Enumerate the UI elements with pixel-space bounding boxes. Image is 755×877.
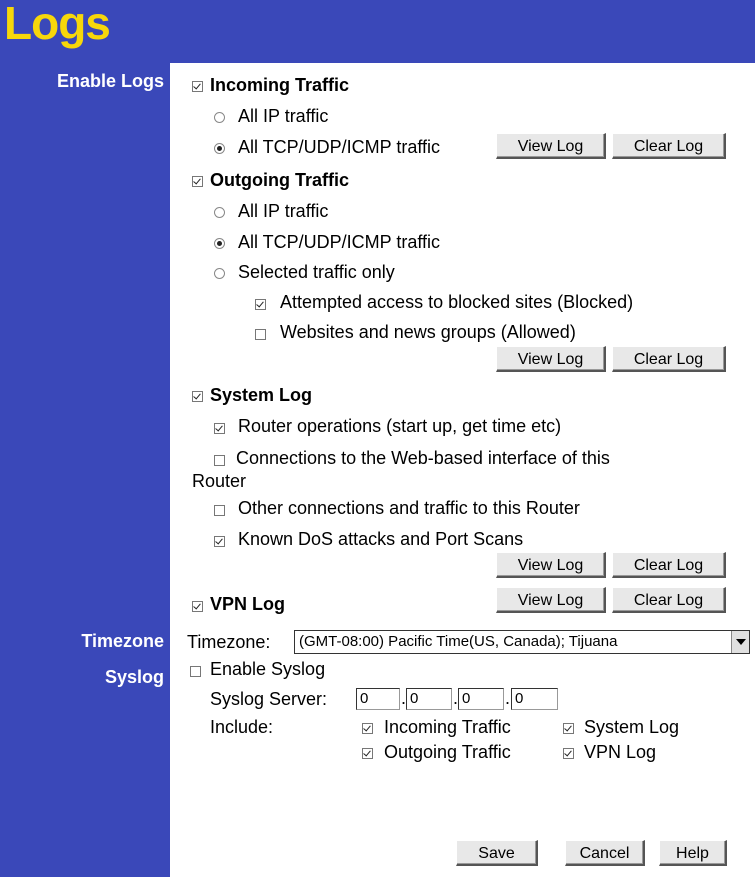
incoming-tcp-radio[interactable] [214, 143, 225, 154]
system-log-label: System Log [210, 385, 313, 405]
other-connections-checkbox[interactable] [214, 505, 225, 516]
section-label-enable-logs: Enable Logs [56, 71, 164, 91]
system-view-log-button[interactable]: View Log [496, 552, 606, 578]
outgoing-traffic-label: Outgoing Traffic [210, 170, 349, 190]
syslog-server-octet-1[interactable]: 0 [356, 688, 400, 710]
outgoing-all-ip-radio[interactable] [214, 207, 225, 218]
other-connections-label: Other connections and traffic to this Ro… [238, 498, 580, 518]
dos-attacks-label: Known DoS attacks and Port Scans [238, 529, 524, 549]
incoming-all-ip-radio[interactable] [214, 112, 225, 123]
websites-news-checkbox[interactable] [255, 329, 266, 340]
include-vpn-label: VPN Log [584, 742, 657, 762]
timezone-label: Timezone: [187, 632, 271, 652]
help-button[interactable]: Help [659, 840, 727, 866]
web-connections-label: Connections to the Web-based interface o… [236, 448, 610, 468]
vpn-log-label: VPN Log [210, 594, 285, 614]
outgoing-selected-label: Selected traffic only [238, 262, 395, 282]
outgoing-all-ip-label: All IP traffic [238, 201, 329, 221]
blocked-sites-label: Attempted access to blocked sites (Block… [280, 292, 634, 312]
timezone-selected-value: (GMT-08:00) Pacific Time(US, Canada); Ti… [299, 633, 618, 650]
syslog-server-octet-4[interactable]: 0 [511, 688, 558, 710]
outgoing-traffic-checkbox[interactable] [192, 176, 203, 187]
section-label-timezone: Timezone [81, 631, 164, 651]
logs-page: Logs Enable Logs Timezone Syslog Incomin… [0, 0, 755, 877]
dropdown-button[interactable] [731, 631, 749, 653]
ip-separator: . [505, 688, 511, 708]
router-ops-label: Router operations (start up, get time et… [238, 416, 562, 436]
outgoing-view-log-button[interactable]: View Log [496, 346, 606, 372]
include-incoming-checkbox[interactable] [362, 723, 373, 734]
incoming-all-ip-label: All IP traffic [238, 106, 329, 126]
syslog-server-octet-3[interactable]: 0 [458, 688, 504, 710]
vpn-clear-log-button[interactable]: Clear Log [612, 587, 726, 613]
save-button[interactable]: Save [456, 840, 538, 866]
incoming-traffic-label: Incoming Traffic [210, 75, 350, 95]
enable-syslog-checkbox[interactable] [190, 666, 201, 677]
chevron-down-icon [736, 639, 746, 645]
include-vpn-checkbox[interactable] [563, 748, 574, 759]
router-ops-checkbox[interactable] [214, 423, 225, 434]
blocked-sites-checkbox[interactable] [255, 299, 266, 310]
cancel-button[interactable]: Cancel [565, 840, 645, 866]
page-title: Logs [4, 0, 111, 49]
incoming-tcp-label: All TCP/UDP/ICMP traffic [238, 137, 441, 157]
websites-news-label: Websites and news groups (Allowed) [280, 322, 576, 342]
vpn-log-checkbox[interactable] [192, 601, 203, 612]
incoming-view-log-button[interactable]: View Log [496, 133, 606, 159]
web-connections-checkbox[interactable] [214, 455, 225, 466]
outgoing-selected-radio[interactable] [214, 268, 225, 279]
incoming-clear-log-button[interactable]: Clear Log [612, 133, 726, 159]
outgoing-tcp-label: All TCP/UDP/ICMP traffic [238, 232, 441, 252]
syslog-server-octet-2[interactable]: 0 [406, 688, 452, 710]
outgoing-clear-log-button[interactable]: Clear Log [612, 346, 726, 372]
include-outgoing-label: Outgoing Traffic [384, 742, 511, 762]
outgoing-tcp-radio[interactable] [214, 238, 225, 249]
system-clear-log-button[interactable]: Clear Log [612, 552, 726, 578]
section-label-syslog: Syslog [104, 667, 164, 687]
vpn-view-log-button[interactable]: View Log [496, 587, 606, 613]
dos-attacks-checkbox[interactable] [214, 536, 225, 547]
timezone-select[interactable]: (GMT-08:00) Pacific Time(US, Canada); Ti… [294, 630, 750, 654]
section-sidebar: Enable Logs Timezone Syslog [0, 63, 170, 877]
include-incoming-label: Incoming Traffic [384, 717, 511, 737]
system-log-checkbox[interactable] [192, 391, 203, 402]
include-system-label: System Log [584, 717, 680, 737]
header-bar: Logs [0, 0, 755, 63]
syslog-server-label: Syslog Server: [210, 689, 328, 709]
web-connections-label-cont: Router [192, 471, 247, 491]
enable-syslog-label: Enable Syslog [210, 659, 326, 679]
include-system-checkbox[interactable] [563, 723, 574, 734]
include-outgoing-checkbox[interactable] [362, 748, 373, 759]
include-label: Include: [210, 717, 274, 737]
incoming-traffic-checkbox[interactable] [192, 81, 203, 92]
